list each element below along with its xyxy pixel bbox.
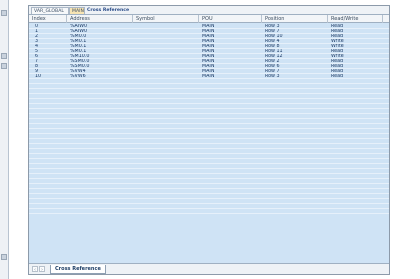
column-header-index[interactable]: Index bbox=[29, 15, 67, 23]
scroll-left-button[interactable]: ‹ bbox=[32, 266, 38, 273]
column-header-pou[interactable]: POU bbox=[199, 15, 262, 23]
tab-var-global[interactable]: VAR_GLOBAL bbox=[31, 7, 69, 14]
empty-table-row[interactable] bbox=[29, 209, 389, 214]
cross-reference-window: VAR_GLOBAL MAIN Cross Reference Index Ad… bbox=[28, 5, 390, 275]
bottom-tab-bar: ‹ › Cross Reference bbox=[29, 263, 389, 274]
column-header-address[interactable]: Address bbox=[67, 15, 133, 23]
table-header: Index Address Symbol POU Position Read/W… bbox=[29, 15, 389, 23]
tab-cross-reference[interactable]: Cross Reference bbox=[85, 7, 129, 14]
editor-tab-strip: VAR_GLOBAL MAIN Cross Reference bbox=[29, 6, 389, 15]
left-panel-marker[interactable] bbox=[1, 254, 7, 260]
scroll-right-button[interactable]: › bbox=[39, 266, 45, 273]
left-panel-marker[interactable] bbox=[1, 53, 7, 59]
cross-reference-table: Index Address Symbol POU Position Read/W… bbox=[29, 15, 389, 263]
bottom-tab-cross-reference[interactable]: Cross Reference bbox=[50, 265, 106, 274]
left-panel-marker[interactable] bbox=[1, 10, 7, 16]
column-header-position[interactable]: Position bbox=[262, 15, 328, 23]
tab-main[interactable]: MAIN bbox=[69, 7, 85, 14]
column-header-read-write[interactable]: Read/Write bbox=[328, 15, 383, 23]
column-header-filler bbox=[383, 15, 391, 23]
column-header-symbol[interactable]: Symbol bbox=[133, 15, 199, 23]
left-panel-marker[interactable] bbox=[1, 63, 7, 69]
left-panel-strip bbox=[0, 0, 9, 279]
